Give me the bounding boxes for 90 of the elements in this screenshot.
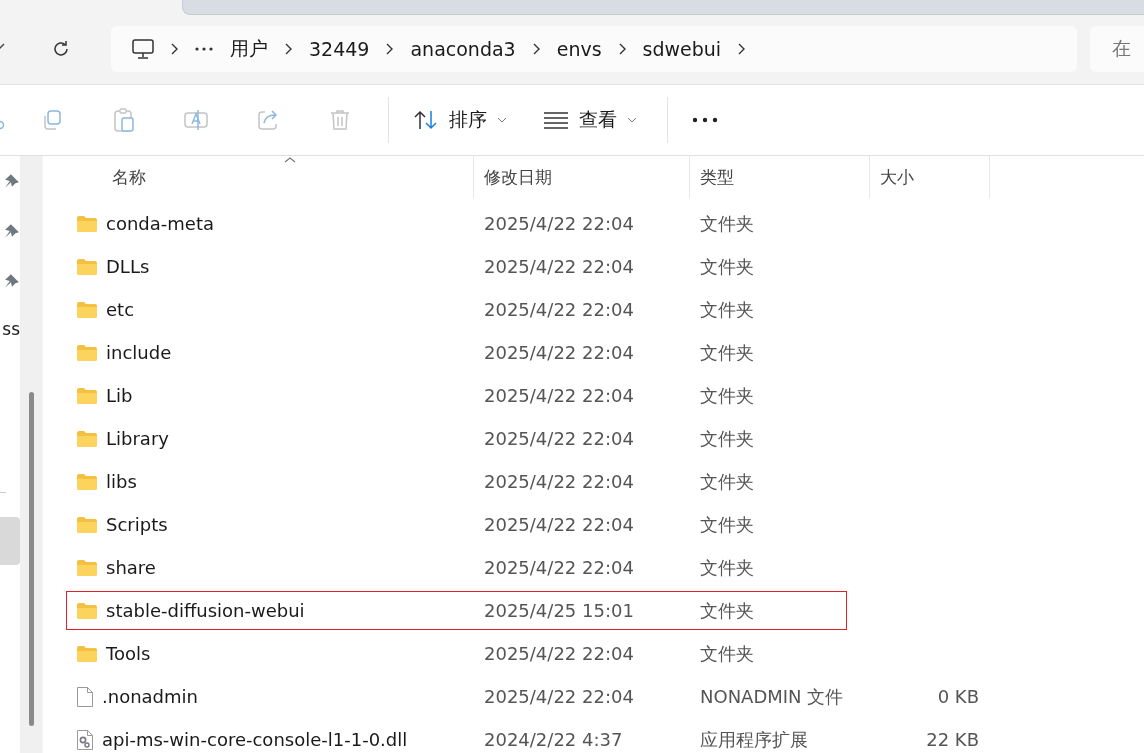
file-icon xyxy=(76,685,94,708)
folder-icon xyxy=(76,472,98,491)
file-name[interactable]: share xyxy=(106,557,156,578)
file-name[interactable]: conda-meta xyxy=(106,213,214,234)
column-header[interactable]: 大小 xyxy=(880,165,914,189)
type-cell: 文件夹 xyxy=(700,211,754,236)
file-name[interactable]: Tools xyxy=(106,643,151,664)
type-cell: 文件夹 xyxy=(700,598,754,623)
chevron-right-icon xyxy=(284,41,293,56)
type-cell: 文件夹 xyxy=(700,297,754,322)
date-cell: 2025/4/22 22:04 xyxy=(484,342,634,363)
file-name[interactable]: api-ms-win-core-console-l1-1-0.dll xyxy=(102,729,408,750)
folder-icon xyxy=(76,515,98,534)
column-header[interactable]: 修改日期 xyxy=(484,165,552,189)
chevron-right-icon xyxy=(617,41,627,56)
chevron-right-icon xyxy=(531,41,541,56)
pin-icon[interactable] xyxy=(4,273,20,289)
date-cell: 2025/4/22 22:04 xyxy=(484,299,634,320)
date-cell: 2025/4/22 22:04 xyxy=(484,256,634,277)
type-cell: 文件夹 xyxy=(700,512,754,537)
date-cell: 2025/4/22 22:04 xyxy=(484,686,634,707)
sort-up-icon xyxy=(284,156,296,164)
chevron-right-icon xyxy=(170,41,179,56)
folder-icon xyxy=(76,386,98,405)
column-header[interactable]: 类型 xyxy=(700,165,734,189)
folder-icon xyxy=(76,343,98,362)
folder-icon xyxy=(76,644,98,663)
size-cell: 0 KB xyxy=(937,686,979,707)
caret-icon xyxy=(497,117,507,123)
size-cell: 22 KB xyxy=(926,729,979,750)
date-cell: 2024/2/22 4:37 xyxy=(484,729,623,750)
paste-icon[interactable] xyxy=(112,107,136,133)
share-icon[interactable] xyxy=(256,108,280,132)
address-bar[interactable]: 用户 32449 anaconda3 envs sdwebui xyxy=(111,25,1077,72)
breadcrumb-item[interactable]: 32449 xyxy=(309,37,370,60)
trash-icon[interactable] xyxy=(329,108,351,132)
folder-icon xyxy=(76,300,98,319)
file-name[interactable]: Library xyxy=(106,428,169,449)
type-cell: 文件夹 xyxy=(700,254,754,279)
type-cell: 文件夹 xyxy=(700,555,754,580)
type-cell: 应用程序扩展 xyxy=(700,727,808,752)
refresh-icon[interactable] xyxy=(51,38,71,59)
breadcrumb-item[interactable]: sdwebui xyxy=(642,37,722,60)
rename-icon[interactable] xyxy=(183,108,209,132)
type-cell: 文件夹 xyxy=(700,340,754,365)
chevron-right-icon xyxy=(737,41,747,56)
file-name[interactable]: etc xyxy=(106,299,135,320)
chevron-right-icon xyxy=(385,41,395,56)
date-cell: 2025/4/22 22:04 xyxy=(484,385,634,406)
scrollbar-thumb[interactable] xyxy=(28,392,34,726)
type-cell: 文件夹 xyxy=(700,469,754,494)
pin-icon[interactable] xyxy=(4,173,20,189)
folder-icon xyxy=(76,558,98,577)
date-cell: 2025/4/22 22:04 xyxy=(484,557,634,578)
file-name[interactable]: Lib xyxy=(106,385,133,406)
sort-button[interactable]: 排序 xyxy=(401,100,519,140)
search-field[interactable]: 在 xyxy=(1090,25,1144,72)
date-cell: 2025/4/22 22:04 xyxy=(484,428,634,449)
date-cell: 2025/4/22 22:04 xyxy=(484,514,634,535)
breadcrumb-item[interactable]: anaconda3 xyxy=(410,37,516,60)
column-header[interactable]: 名称 xyxy=(112,165,146,189)
menu-icon xyxy=(543,111,569,129)
date-cell: 2025/4/22 22:04 xyxy=(484,213,634,234)
type-cell: 文件夹 xyxy=(700,426,754,451)
pin-icon[interactable] xyxy=(4,223,20,239)
file-name[interactable]: Scripts xyxy=(106,514,168,535)
breadcrumb-item[interactable]: 用户 xyxy=(230,35,268,62)
caret-icon xyxy=(627,117,637,123)
file-name[interactable]: include xyxy=(106,342,172,363)
folder-icon xyxy=(76,601,98,620)
folder-icon xyxy=(76,429,98,448)
breadcrumb-item[interactable]: envs xyxy=(556,37,602,60)
file-name[interactable]: .nonadmin xyxy=(102,686,198,707)
sort-icon xyxy=(413,109,439,131)
date-cell: 2025/4/22 22:04 xyxy=(484,643,634,664)
monitor-icon xyxy=(131,37,155,60)
nav-item[interactable]: ss xyxy=(2,319,20,339)
more-icon[interactable] xyxy=(692,117,718,123)
folder-icon xyxy=(76,257,98,276)
type-cell: 文件夹 xyxy=(700,641,754,666)
type-cell: 文件夹 xyxy=(700,383,754,408)
view-button[interactable]: 查看 xyxy=(531,100,649,140)
file-name[interactable]: stable-diffusion-webui xyxy=(106,600,305,621)
date-cell: 2025/4/22 22:04 xyxy=(484,471,634,492)
type-cell: NONADMIN 文件 xyxy=(700,684,844,709)
folder-icon xyxy=(76,214,98,233)
more-icon[interactable] xyxy=(194,45,214,52)
file-name[interactable]: DLLs xyxy=(106,256,150,277)
date-cell: 2025/4/25 15:01 xyxy=(484,600,634,621)
file-name[interactable]: libs xyxy=(106,471,137,492)
